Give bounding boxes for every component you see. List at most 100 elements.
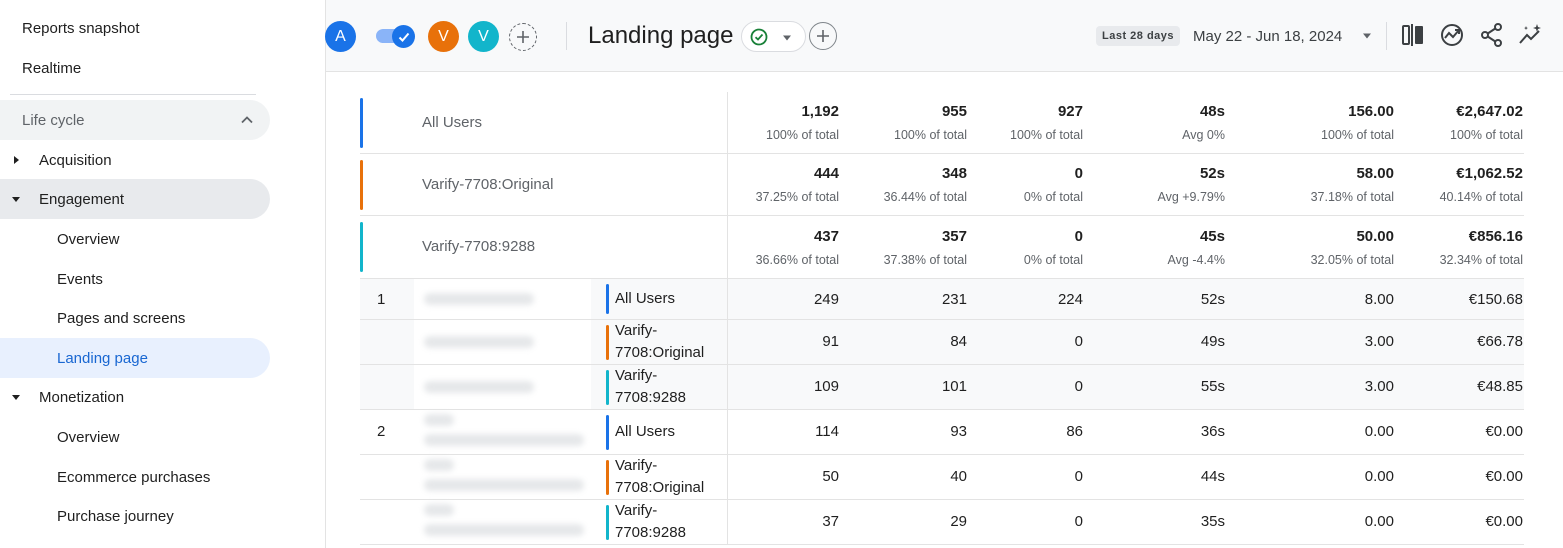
date-range-picker[interactable]: May 22 - Jun 18, 2024	[1193, 28, 1342, 45]
page-title: Landing page	[588, 22, 734, 49]
segment-label: Varify-7708:Original	[615, 322, 705, 361]
table-cell: 0.00	[1364, 513, 1394, 530]
date-preset-badge: Last 28 days	[1096, 26, 1181, 46]
segment-label: All Users	[615, 423, 676, 440]
caret-down-icon	[12, 395, 20, 400]
toolbar-separator	[1386, 22, 1387, 50]
caret-down-icon[interactable]	[1362, 32, 1372, 40]
table-row[interactable]: Varify-7708:9288 109 101 0 55s 3.00 €48.…	[360, 365, 1524, 410]
share-icon[interactable]	[1479, 22, 1505, 48]
sidebar-item-engagement-overview[interactable]: Overview	[0, 219, 270, 259]
caret-down-icon	[12, 197, 20, 202]
add-comparison-button[interactable]	[509, 23, 537, 51]
segment-color-bar	[606, 415, 609, 450]
metric-percent: 100% of total	[1321, 128, 1394, 142]
sidebar-item-events[interactable]: Events	[0, 259, 270, 299]
sidebar-item-acquisition[interactable]: Acquisition	[0, 140, 270, 180]
sidebar-item-landing-page[interactable]: Landing page	[0, 338, 270, 378]
metric-value: 45s	[1199, 228, 1225, 245]
table-cell: 3.00	[1364, 378, 1394, 395]
table-cell: 8.00	[1364, 291, 1394, 308]
metric-percent: 37.25% of total	[755, 190, 839, 204]
add-filter-button[interactable]	[809, 22, 837, 50]
sidebar-item-reports-snapshot[interactable]: Reports snapshot	[22, 8, 140, 48]
metric-percent: 37.18% of total	[1310, 190, 1394, 204]
redacted-landing-page	[414, 500, 591, 544]
metric-value: €2,647.02	[1456, 103, 1523, 120]
segment-color-bar	[360, 160, 363, 210]
redacted-landing-page	[414, 455, 591, 499]
check-circle-icon	[750, 28, 768, 46]
table-cell: 55s	[1200, 378, 1225, 395]
sidebar-item-purchase-journey[interactable]: Purchase journey	[0, 496, 270, 536]
redacted-landing-page	[414, 279, 591, 319]
metric-value: 357	[941, 228, 967, 245]
table-row[interactable]: 1 All Users 249 231 224 52s 8.00 €150.68	[360, 279, 1524, 320]
segment-color-bar	[606, 325, 609, 360]
table-cell: 84	[950, 333, 967, 350]
summary-row: All Users 1,192 100% of total 955 100% of …	[360, 92, 1524, 154]
sidebar-item-engagement[interactable]: Engagement	[0, 179, 270, 219]
table-cell: 36s	[1200, 423, 1225, 440]
metric-value: 0	[1074, 228, 1083, 245]
table-cell: 3.00	[1364, 333, 1394, 350]
metric-percent: 32.34% of total	[1439, 253, 1523, 267]
sidebar-item-pages-and-screens[interactable]: Pages and screens	[0, 298, 270, 338]
segment-label: Varify-7708:Original	[615, 457, 705, 496]
metric-value: 58.00	[1356, 165, 1394, 182]
table-cell: 44s	[1200, 468, 1225, 485]
segment-label: All Users	[615, 290, 676, 307]
redacted-text	[424, 414, 454, 426]
avatar[interactable]: A	[325, 21, 356, 52]
sidebar-item-monetization-overview[interactable]: Overview	[0, 417, 270, 457]
table-row[interactable]: Varify-7708:Original 91 84 0 49s 3.00 €6…	[360, 320, 1524, 365]
table-cell: €0.00	[1485, 468, 1523, 485]
toolbar-separator	[566, 22, 567, 50]
table-row[interactable]: Varify-7708:9288 37 29 0 35s 0.00 €0.00	[360, 500, 1524, 545]
metric-value: €1,062.52	[1456, 165, 1523, 182]
metric-value: €856.16	[1468, 228, 1523, 245]
caret-down-icon	[783, 35, 791, 41]
metric-percent: Avg 0%	[1182, 128, 1225, 142]
metric-percent: 36.44% of total	[883, 190, 967, 204]
metric-value: 0	[1074, 165, 1083, 182]
table-cell: 231	[941, 291, 967, 308]
redacted-text	[424, 479, 584, 491]
segment-color-bar	[606, 460, 609, 495]
table-cell: €48.85	[1477, 378, 1523, 395]
insights-icon[interactable]	[1439, 22, 1465, 48]
sidebar-item-ecommerce-purchases[interactable]: Ecommerce purchases	[0, 457, 270, 497]
table-cell: €150.68	[1468, 291, 1523, 308]
summary-row: Varify-7708:9288 437 36.66% of total 357 3…	[360, 216, 1524, 279]
compare-columns-icon[interactable]	[1400, 22, 1426, 48]
table-cell: 40	[950, 468, 967, 485]
sidebar-item-monetization[interactable]: Monetization	[0, 377, 270, 417]
sidebar-item-realtime[interactable]: Realtime	[22, 48, 81, 88]
segment-label: Varify-7708:9288	[615, 367, 686, 406]
avatar[interactable]: V	[428, 21, 459, 52]
sidebar-item-label: Monetization	[39, 388, 125, 406]
metric-value: 1,192	[801, 103, 839, 120]
table-cell: €66.78	[1477, 333, 1523, 350]
comparison-toggle-knob[interactable]	[392, 25, 415, 48]
table-row[interactable]: 2 All Users 114 93 86 36s 0.00 €0.00	[360, 410, 1524, 455]
table-row[interactable]: Varify-7708:Original 50 40 0 44s 0.00 €0…	[360, 455, 1524, 500]
plus-icon	[817, 30, 829, 42]
avatar[interactable]: V	[468, 21, 499, 52]
metric-percent: 100% of total	[1450, 128, 1523, 142]
sidebar-divider	[10, 94, 256, 95]
table-cell: 249	[813, 291, 839, 308]
segment-color-bar	[360, 222, 363, 272]
sparkle-trend-icon[interactable]	[1518, 22, 1544, 48]
metric-value: 444	[813, 165, 839, 182]
table-cell: 0	[1074, 333, 1083, 350]
sidebar-section-life-cycle[interactable]: Life cycle	[0, 100, 270, 140]
table-cell: 101	[941, 378, 967, 395]
metric-value: 156.00	[1348, 103, 1394, 120]
table-cell: 37	[822, 513, 839, 530]
summary-row: Varify-7708:Original 444 37.25% of total …	[360, 154, 1524, 216]
report-status-dropdown[interactable]	[741, 21, 806, 52]
metric-percent: 0% of total	[1023, 190, 1083, 204]
sidebar: Reports snapshot Realtime Life cycle Acq…	[0, 0, 326, 548]
redacted-landing-page	[414, 320, 591, 364]
